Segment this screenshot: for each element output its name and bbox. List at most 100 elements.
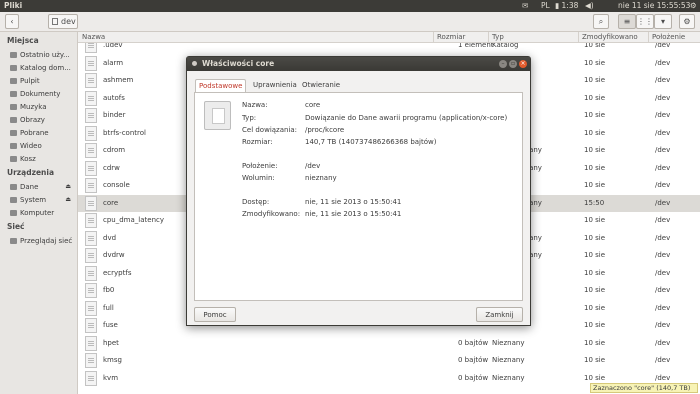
column-divider[interactable] xyxy=(578,32,579,43)
sidebar-item-browse-network[interactable]: Przeglądaj sieć xyxy=(10,235,76,246)
file-icon xyxy=(85,160,97,176)
file-size: 0 bajtów xyxy=(458,373,489,382)
file-icon xyxy=(85,125,97,141)
file-icon xyxy=(85,283,97,298)
settings-icon[interactable]: ⚙ xyxy=(690,1,697,10)
search-icon[interactable]: ⌕ xyxy=(593,14,609,29)
grid-view-icon[interactable]: ⋮⋮ xyxy=(636,14,654,29)
tab-open-with[interactable]: Otwieranie xyxy=(299,79,343,92)
file-icon xyxy=(85,55,97,71)
file-location: /dev xyxy=(655,373,671,382)
sidebar-item-pictures[interactable]: Obrazy xyxy=(10,114,76,125)
file-modified: 10 sie xyxy=(584,76,606,84)
sidebar-item-computer[interactable]: Komputer xyxy=(10,207,76,218)
volume-icon[interactable]: ◀) xyxy=(585,1,594,10)
tab-basic[interactable]: Podstawowe xyxy=(195,79,247,92)
column-header-modified[interactable]: Zmodyfikowano xyxy=(582,33,638,41)
file-location: /dev xyxy=(655,93,671,102)
file-type: Nieznany xyxy=(492,373,525,382)
file-name: ecryptfs xyxy=(103,268,132,277)
chevron-left-icon[interactable]: ‹ xyxy=(5,14,19,29)
tab-permissions[interactable]: Uprawnienia xyxy=(250,79,300,92)
file-modified: 10 sie xyxy=(584,181,606,189)
file-modified: 10 sie xyxy=(584,373,606,382)
drive-icon xyxy=(52,18,58,25)
file-icon xyxy=(85,248,97,263)
compact-view-icon[interactable]: ▾ xyxy=(654,14,672,29)
column-divider[interactable] xyxy=(648,32,649,43)
sidebar-item-label: Komputer xyxy=(20,208,55,217)
download-icon xyxy=(10,129,17,136)
sidebar-item-music[interactable]: Muzyka xyxy=(10,101,76,112)
file-type: Nieznany xyxy=(492,356,525,364)
file-icon xyxy=(85,143,97,158)
properties-panel: Nazwa: core Typ: Dowiązanie do Dane awar… xyxy=(194,92,523,301)
column-header-size[interactable]: Rozmiar xyxy=(437,33,465,41)
language-indicator[interactable]: PL xyxy=(541,1,550,10)
column-divider[interactable] xyxy=(433,32,434,43)
trash-icon xyxy=(10,155,17,162)
column-header-name[interactable]: Nazwa xyxy=(82,33,105,41)
name-value[interactable]: core xyxy=(305,101,320,109)
volume-value: nieznany xyxy=(305,174,337,182)
file-name: fb0 xyxy=(103,286,115,294)
file-modified: 10 sie xyxy=(584,216,606,224)
sidebar-item-videos[interactable]: Wideo xyxy=(10,140,76,151)
file-modified: 10 sie xyxy=(584,338,606,347)
sidebar-item-recent[interactable]: Ostatnio uży... xyxy=(10,49,76,60)
file-name: core xyxy=(103,198,119,207)
sidebar-item-desktop[interactable]: Pulpit xyxy=(10,75,76,86)
file-name: alarm xyxy=(103,58,124,67)
help-button[interactable]: Pomoc xyxy=(194,307,236,322)
file-name: kvm xyxy=(103,373,119,382)
file-icon xyxy=(204,101,231,130)
file-location: /dev xyxy=(655,111,671,119)
file-icon xyxy=(85,300,97,316)
home-icon xyxy=(10,64,17,71)
dialog-menu-icon[interactable] xyxy=(192,61,197,66)
sidebar-item-system[interactable]: System ⏏ xyxy=(10,194,76,205)
eject-icon[interactable]: ⏏ xyxy=(65,196,71,203)
close-button[interactable]: Zamknij xyxy=(476,307,523,322)
sidebar-item-home[interactable]: Katalog dom... xyxy=(10,62,76,73)
file-icon xyxy=(85,353,97,368)
eject-icon[interactable]: ⏏ xyxy=(65,183,71,190)
maximize-icon[interactable]: ▫ xyxy=(509,60,517,68)
properties-dialog: Właściwości core – ▫ × Podstawowe Uprawn… xyxy=(186,56,531,326)
column-header-location[interactable]: Położenie xyxy=(652,33,685,41)
file-name: cpu_dma_latency xyxy=(103,216,164,224)
type-label: Typ: xyxy=(242,114,257,122)
file-icon xyxy=(85,335,97,351)
sidebar-item-trash[interactable]: Kosz xyxy=(10,153,76,164)
clock[interactable]: nie 11 sie 15:55:53 xyxy=(618,1,690,10)
file-icon xyxy=(85,178,97,193)
dialog-titlebar[interactable]: Właściwości core – ▫ × xyxy=(187,57,530,71)
sidebar-heading-devices: Urządzenia xyxy=(7,168,55,177)
file-name: fuse xyxy=(103,321,118,329)
column-divider[interactable] xyxy=(488,32,489,43)
file-modified: 10 sie xyxy=(584,251,606,259)
computer-icon xyxy=(10,209,17,216)
size-label: Rozmiar: xyxy=(242,138,273,146)
battery-indicator[interactable]: ▮ 1:38 xyxy=(555,1,578,10)
file-modified: 15:50 xyxy=(584,198,605,207)
top-panel: Pliki ✉ PL ▮ 1:38 ◀) nie 11 sie 15:55:53… xyxy=(0,0,700,12)
column-header-type[interactable]: Typ xyxy=(492,33,504,41)
minimize-icon[interactable]: – xyxy=(499,60,507,68)
keyboard-indicator[interactable]: ✉ xyxy=(522,1,528,10)
sidebar-item-dane[interactable]: Dane ⏏ xyxy=(10,181,76,192)
file-modified: 10 sie xyxy=(584,303,606,312)
table-row[interactable]: hpet 0 bajtów Nieznany 10 sie/dev xyxy=(78,335,700,353)
path-bar-button[interactable]: dev xyxy=(48,14,78,29)
gear-icon[interactable]: ⚙ xyxy=(679,14,695,29)
drive-icon xyxy=(10,196,17,203)
sidebar-item-label: Przeglądaj sieć xyxy=(20,236,73,245)
table-row[interactable]: .udev 1 element Katalog 10 sie/dev xyxy=(78,43,700,55)
sidebar-item-documents[interactable]: Dokumenty xyxy=(10,88,76,99)
file-location: /dev xyxy=(655,198,671,207)
file-location: /dev xyxy=(655,216,671,224)
sidebar-item-downloads[interactable]: Pobrane xyxy=(10,127,76,138)
list-view-icon[interactable]: ≡ xyxy=(618,14,636,29)
close-icon[interactable]: × xyxy=(519,60,527,68)
table-row[interactable]: kmsg 0 bajtów Nieznany 10 sie/dev xyxy=(78,352,700,370)
